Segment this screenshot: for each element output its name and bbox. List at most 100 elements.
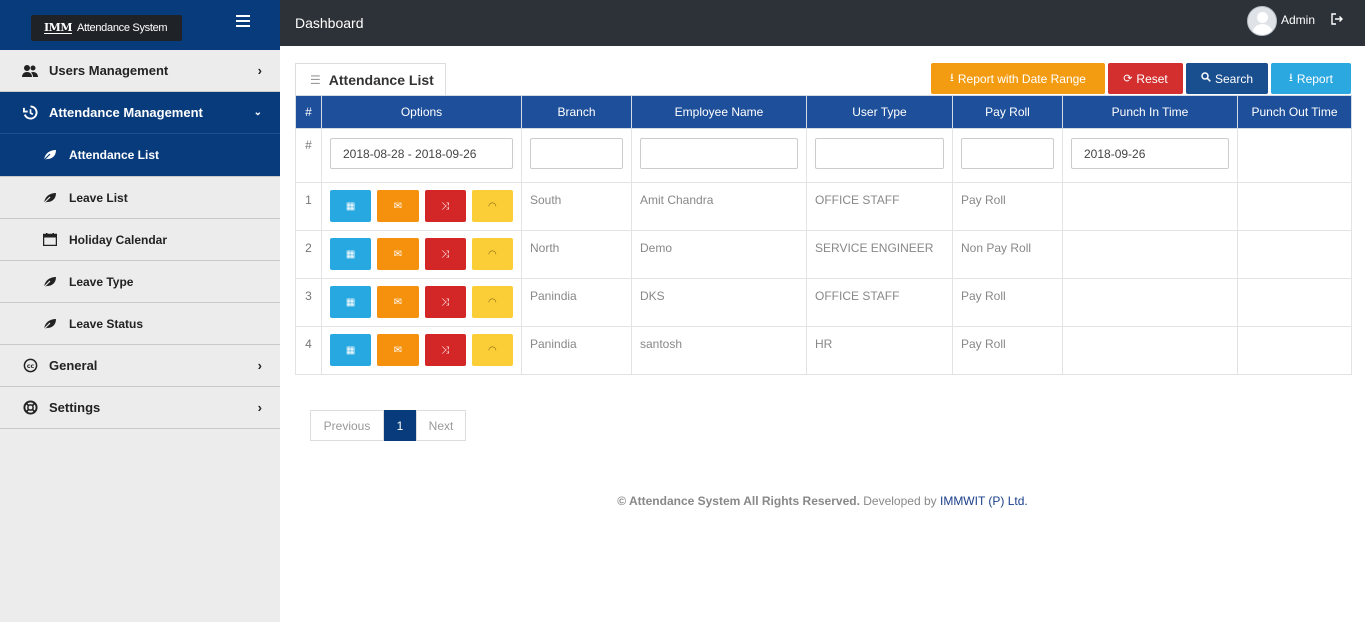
report-date-range-button[interactable]: ⭳ Report with Date Range [931,63,1105,94]
punch-in-filter-input[interactable]: 2018-09-26 [1071,138,1229,169]
table-header-row: # Options Branch Employee Name User Type… [295,95,1352,129]
punch-out-cell [1237,278,1352,327]
button-label: Reset [1136,71,1168,86]
button-label: Search [1214,71,1254,86]
filter-row: # 2018-08-28 - 2018-09-26 2018-09-26 [295,128,1352,183]
list-icon: ☰ [310,72,321,87]
row-number: 1 [295,182,322,231]
column-header[interactable]: Branch [521,95,632,129]
row-options: ▦ ✉ ⤨ ◠ [330,190,513,222]
shuffle-button[interactable]: ⤨ [424,238,466,270]
mail-button[interactable]: ✉ [377,286,419,318]
page-1-button[interactable]: 1 [384,410,416,441]
sidebar-subitem-leave-list[interactable]: Leave List [0,177,280,219]
calendar-icon: ▦ [345,344,356,356]
gauge-button[interactable]: ◠ [471,238,513,270]
calendar-button[interactable]: ▦ [330,238,372,270]
lifebuoy-icon [22,400,38,416]
shuffle-button[interactable]: ⤨ [424,286,466,318]
column-header[interactable]: # [295,95,322,129]
sidebar-subitem-leave-type[interactable]: Leave Type [0,261,280,303]
gauge-button[interactable]: ◠ [471,334,513,366]
avatar[interactable] [1247,6,1277,36]
date-range-filter-input[interactable]: 2018-08-28 - 2018-09-26 [330,138,513,169]
previous-page-button[interactable]: Previous [310,410,384,441]
pagination: Previous 1 Next [310,410,466,441]
row-number: 3 [295,278,322,327]
sidebar-item-general[interactable]: cc General › [0,345,280,387]
leaf-icon [42,148,58,162]
employee-name-cell: DKS [631,278,807,327]
table-row: 1 ▦ ✉ ⤨ ◠ South Amit Chandra OFFICE STAF… [295,182,1352,231]
leaf-icon [42,191,58,205]
punch-out-cell [1237,230,1352,279]
logout-icon[interactable] [1331,13,1343,28]
row-number: 2 [295,230,322,279]
hamburger-menu-icon[interactable] [236,15,250,27]
reset-button[interactable]: ⟳ Reset [1108,63,1183,94]
row-number: 4 [295,326,322,375]
envelope-icon: ✉ [393,344,403,356]
button-label: Report with Date Range [957,71,1086,86]
app-logo[interactable]: IMM Attendance System [31,15,182,41]
punch-out-filter-cell [1237,128,1352,183]
chevron-right-icon: › [257,63,262,78]
sidebar-item-attendance-management[interactable]: Attendance Management ⌄ [0,92,280,134]
logo-text: Attendance System [77,22,168,34]
envelope-icon: ✉ [393,296,403,308]
user-type-cell: SERVICE ENGINEER [806,230,953,279]
row-options: ▦ ✉ ⤨ ◠ [330,238,513,270]
shuffle-button[interactable]: ⤨ [424,190,466,222]
column-header[interactable]: Punch In Time [1062,95,1238,129]
mail-button[interactable]: ✉ [377,190,419,222]
branch-cell: South [521,182,632,231]
row-options: ▦ ✉ ⤨ ◠ [330,286,513,318]
calendar-icon: ▦ [345,200,356,212]
shuffle-icon: ⤨ [441,344,450,356]
calendar-button[interactable]: ▦ [330,334,372,366]
calendar-button[interactable]: ▦ [330,190,372,222]
report-button[interactable]: ⭳ Report [1271,63,1351,94]
punch-in-cell [1062,230,1238,279]
employee-name-cell: Amit Chandra [631,182,807,231]
users-icon [22,63,38,79]
pay-roll-filter-input[interactable] [961,138,1054,169]
user-type-filter-input[interactable] [815,138,944,169]
sidebar: IMM Attendance System Users Management ›… [0,0,280,622]
panel-tab-attendance-list[interactable]: ☰ Attendance List [295,63,446,95]
pay-roll-cell: Pay Roll [952,278,1063,327]
user-name[interactable]: Admin [1281,13,1315,27]
sidebar-subitem-holiday-calendar[interactable]: Holiday Calendar [0,219,280,261]
leaf-icon [42,317,58,331]
footer-company-link[interactable]: IMMWIT (P) Ltd. [940,494,1028,508]
gauge-button[interactable]: ◠ [471,286,513,318]
shuffle-button[interactable]: ⤨ [424,334,466,366]
branch-filter-input[interactable] [530,138,623,169]
employee-name-cell: santosh [631,326,807,375]
punch-out-cell [1237,326,1352,375]
download-icon: ⭳ [950,72,954,84]
column-header[interactable]: User Type [806,95,953,129]
calendar-button[interactable]: ▦ [330,286,372,318]
sidebar-item-users-management[interactable]: Users Management › [0,50,280,92]
table-row: 2 ▦ ✉ ⤨ ◠ North Demo SERVICE ENGINEER No… [295,230,1352,279]
sidebar-subitem-label: Leave List [69,190,128,205]
sidebar-subitem-attendance-list[interactable]: Attendance List [0,134,280,177]
employee-name-filter-input[interactable] [640,138,798,169]
sidebar-subitem-leave-status[interactable]: Leave Status [0,303,280,345]
logo-mark: IMM [44,21,73,34]
employee-name-cell: Demo [631,230,807,279]
search-button[interactable]: Search [1186,63,1268,94]
mail-button[interactable]: ✉ [377,238,419,270]
column-header[interactable]: Pay Roll [952,95,1063,129]
sidebar-item-settings[interactable]: Settings › [0,387,280,429]
column-header[interactable]: Options [321,95,522,129]
column-header[interactable]: Employee Name [631,95,807,129]
svg-text:cc: cc [26,363,34,370]
mail-button[interactable]: ✉ [377,334,419,366]
next-page-button[interactable]: Next [416,410,466,441]
user-type-cell: OFFICE STAFF [806,182,953,231]
sidebar-subitem-label: Leave Status [69,316,144,331]
column-header[interactable]: Punch Out Time [1237,95,1352,129]
gauge-button[interactable]: ◠ [471,190,513,222]
